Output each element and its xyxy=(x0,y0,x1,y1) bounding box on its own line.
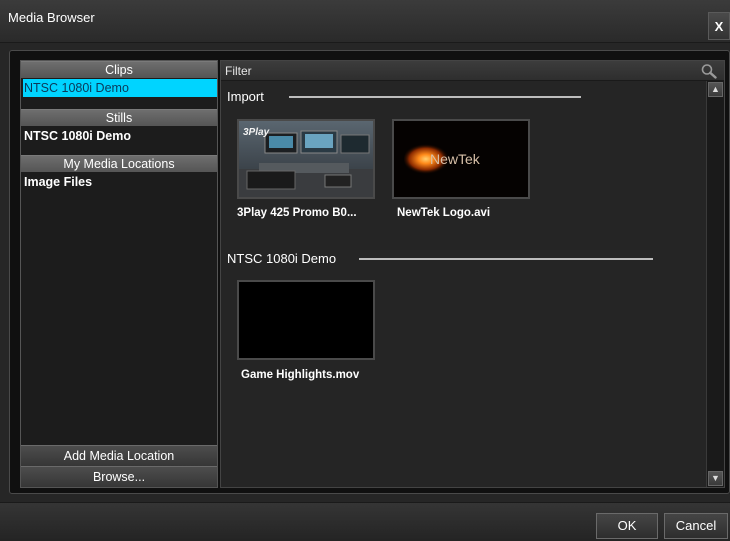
filter-bar[interactable]: Filter xyxy=(221,61,724,81)
vertical-scrollbar[interactable]: ▲ ▼ xyxy=(706,81,724,487)
dialog-footer: OK Cancel xyxy=(0,502,730,541)
filter-label: Filter xyxy=(225,64,252,78)
scroll-down-arrow-icon[interactable]: ▼ xyxy=(708,471,723,486)
clips-header[interactable]: Clips xyxy=(21,61,217,78)
group-divider xyxy=(289,96,581,98)
add-media-location-button[interactable]: Add Media Location xyxy=(21,445,217,466)
close-button[interactable]: X xyxy=(708,12,730,40)
media-thumbnail-newtek-logo[interactable]: NewTek xyxy=(392,119,530,199)
search-icon[interactable] xyxy=(700,63,718,79)
sidebar-item-image-files[interactable]: Image Files xyxy=(23,173,217,191)
ok-button[interactable]: OK xyxy=(596,513,658,539)
scroll-up-arrow-icon[interactable]: ▲ xyxy=(708,82,723,97)
stills-header[interactable]: Stills xyxy=(21,109,217,126)
group-label-import: Import xyxy=(227,89,264,104)
thumb-overlay-text: NewTek xyxy=(430,151,481,167)
media-item-label: Game Highlights.mov xyxy=(241,369,360,381)
browse-button[interactable]: Browse... xyxy=(21,466,217,487)
window-title: Media Browser xyxy=(8,10,95,25)
media-content-panel: Filter Import 3Play 3Play 425 Promo B0..… xyxy=(220,60,725,488)
group-label-ntsc-demo: NTSC 1080i Demo xyxy=(227,251,337,266)
media-thumbnail-3play-promo[interactable]: 3Play xyxy=(237,119,375,199)
media-item-label: NewTek Logo.avi xyxy=(397,207,491,219)
sidebar: Clips NTSC 1080i Demo Stills NTSC 1080i … xyxy=(20,60,218,488)
thumb-overlay-text: 3Play xyxy=(243,127,270,138)
media-thumbnail-game-highlights[interactable] xyxy=(237,280,375,360)
media-locations-header[interactable]: My Media Locations xyxy=(21,155,217,172)
thumbnail-image: NewTek xyxy=(394,121,528,197)
cancel-button[interactable]: Cancel xyxy=(664,513,728,539)
title-bar: Media Browser X xyxy=(0,0,730,43)
sidebar-item-stills-ntsc[interactable]: NTSC 1080i Demo xyxy=(23,127,217,145)
sidebar-item-clips-ntsc[interactable]: NTSC 1080i Demo xyxy=(23,79,217,97)
group-divider xyxy=(359,258,653,260)
media-item-label: 3Play 425 Promo B0... xyxy=(237,207,357,219)
thumbnail-image: 3Play xyxy=(239,121,373,197)
